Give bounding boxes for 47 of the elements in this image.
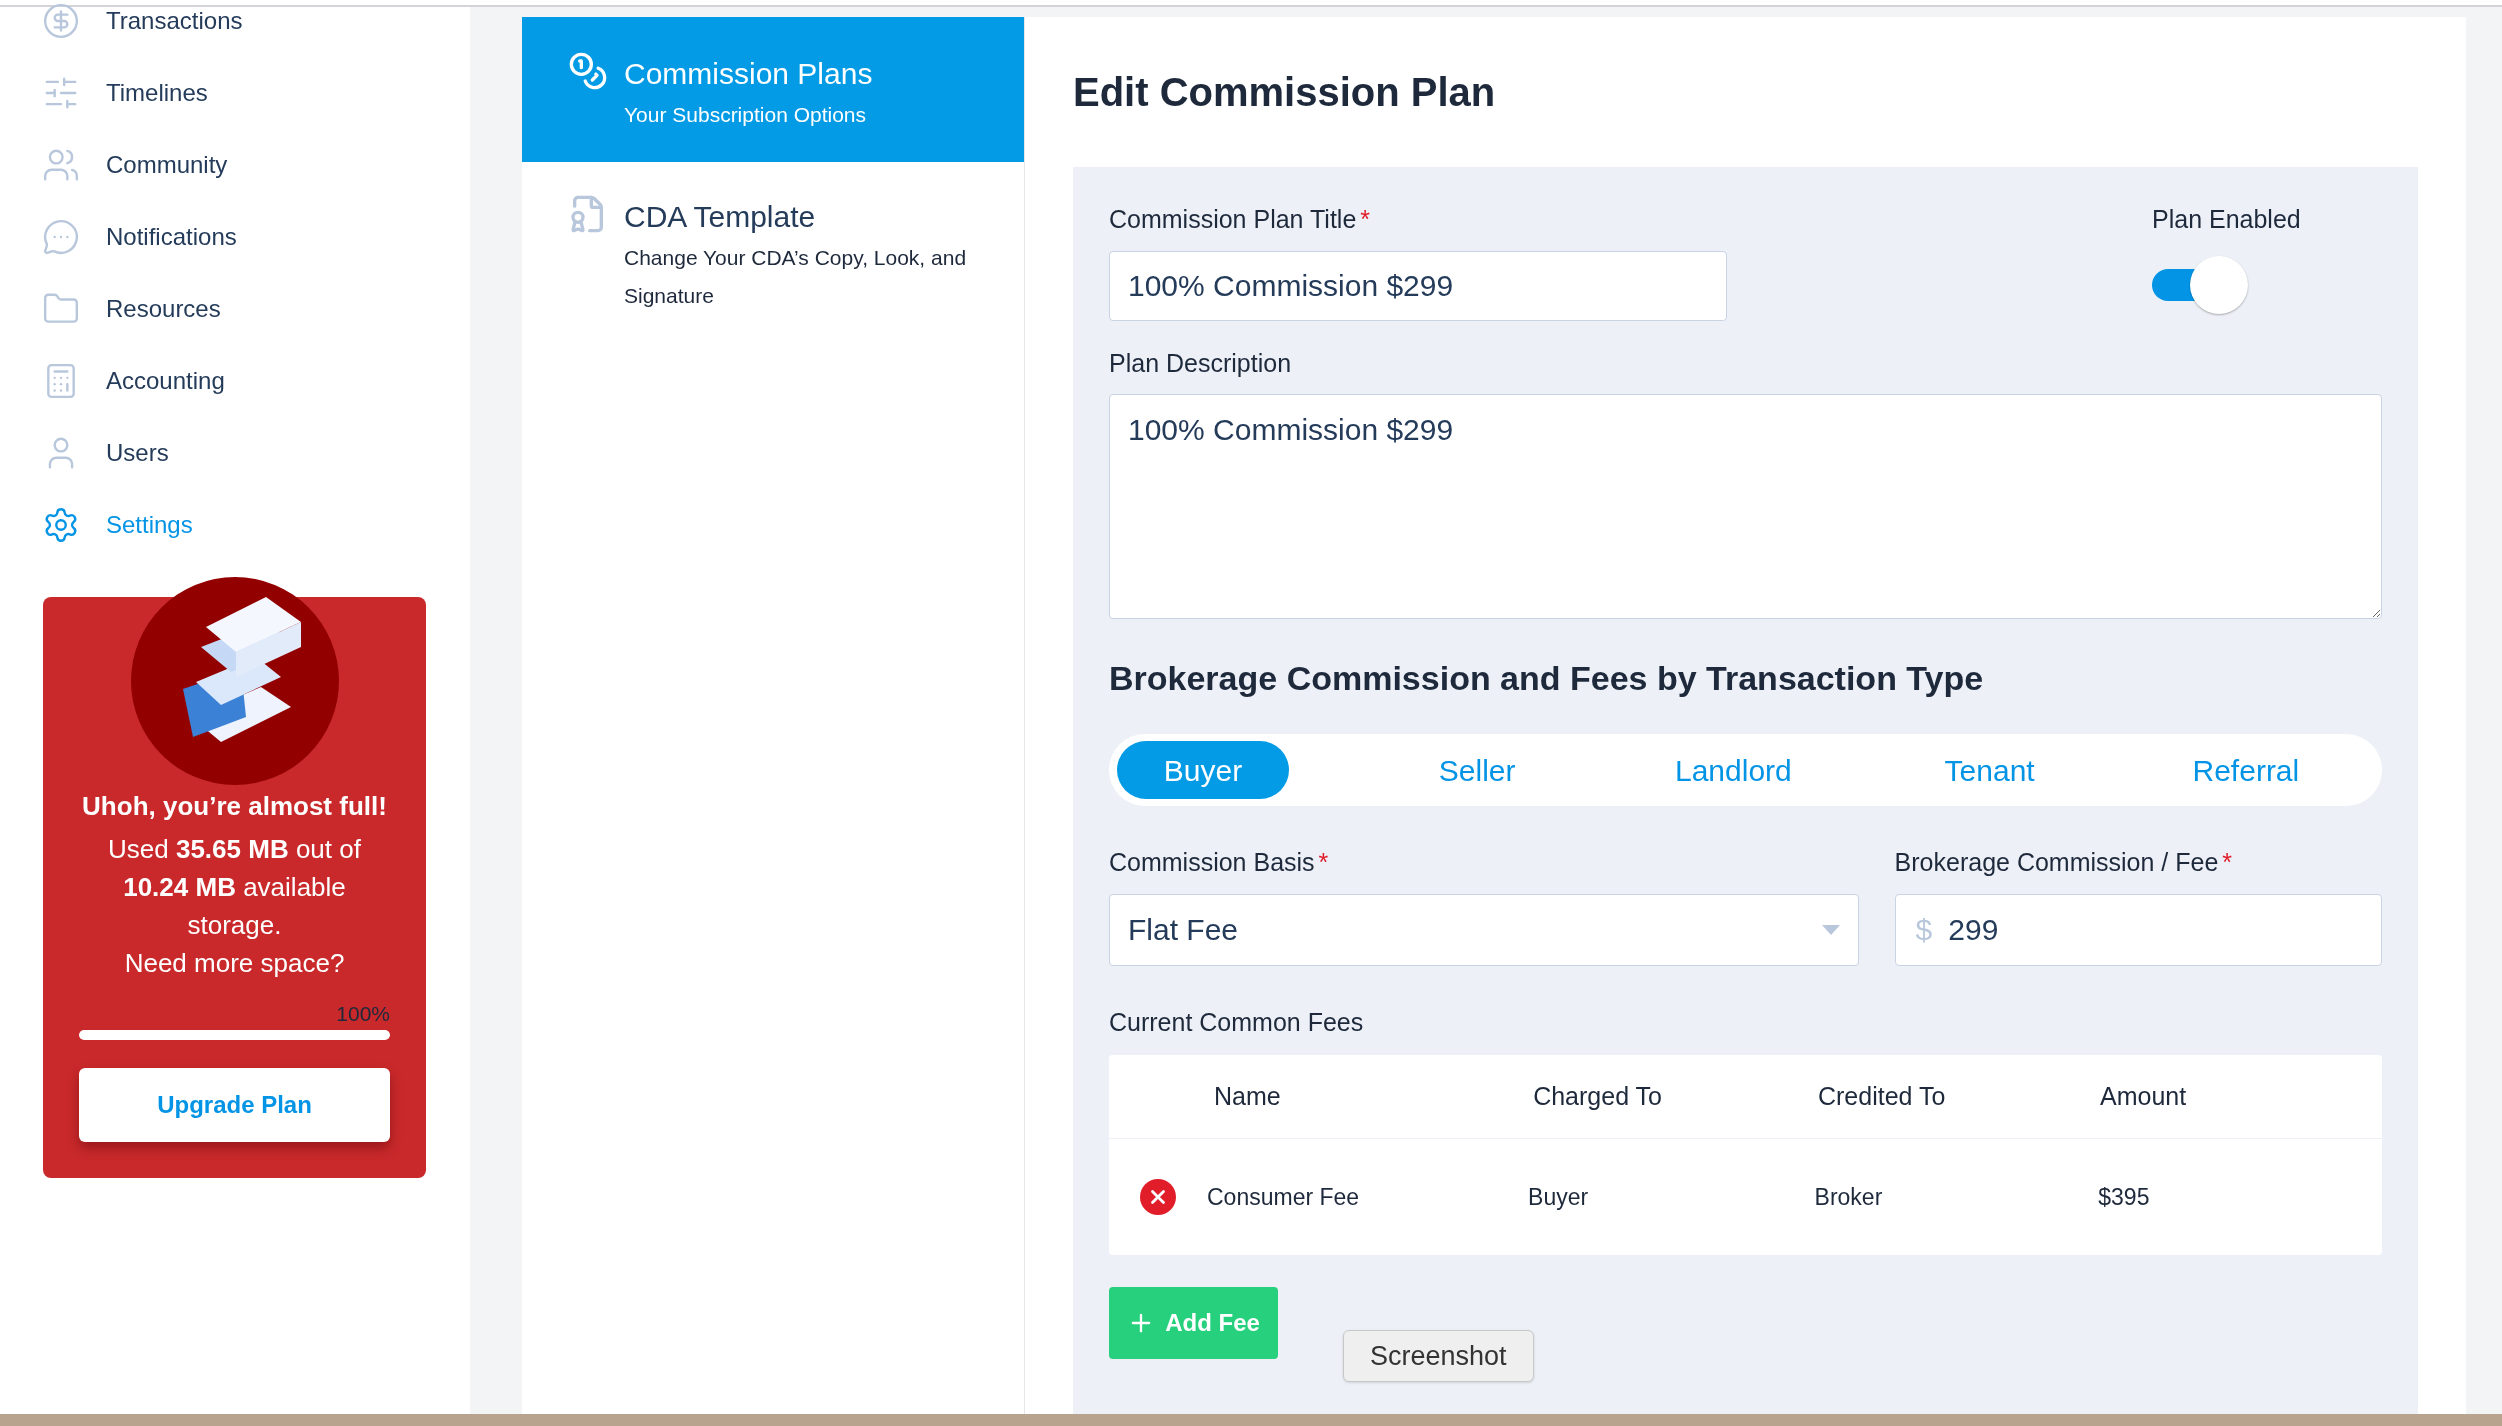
sidebar-item[interactable]: Notifications — [0, 201, 470, 273]
sidebar-item[interactable]: Timelines — [0, 57, 470, 129]
tooltip: Screenshot — [1343, 1330, 1534, 1382]
chat-bubble-icon — [42, 218, 80, 256]
table-cell-text: Broker — [1814, 1182, 1884, 1212]
required-asterisk: * — [1318, 847, 1329, 878]
menu-item-title: CDA Template — [624, 199, 817, 235]
storage-message: Used 35.65 MB out of 10.24 MB available storage. — [107, 833, 362, 942]
column-header: Credited To — [1817, 1080, 1947, 1112]
plan-title-input[interactable]: 100% Commission $299 — [1109, 250, 1727, 321]
table-cell-text: $395 — [2098, 1182, 2151, 1212]
table-cell-text: Consumer Fee — [1207, 1182, 1361, 1212]
plan-enabled-toggle[interactable] — [2152, 254, 2248, 315]
sidebar-item[interactable]: Resources — [0, 273, 470, 345]
field-label: Plan Description — [1109, 347, 1292, 379]
fees-label: Current Common Fees — [1109, 1006, 1365, 1038]
currency-prefix: $ — [1915, 912, 1933, 948]
sidebar-item[interactable]: Accounting — [0, 345, 470, 417]
required-asterisk: * — [2222, 847, 2233, 878]
plan-description-input[interactable]: 100% Commission $299 — [1109, 394, 2382, 619]
percent-label: 100% — [336, 1001, 390, 1027]
storage-question: Need more space? — [124, 947, 345, 980]
brokerage-fee-input[interactable]: $ 299 — [1894, 893, 2382, 966]
required-asterisk: * — [1360, 204, 1371, 235]
menu-item-title: Commission Plans — [624, 56, 873, 92]
field-label: Brokerage Commission / Fee — [1894, 847, 2219, 878]
dropdown-caret-icon — [1821, 924, 1840, 935]
column-header: Charged To — [1533, 1080, 1663, 1112]
dollar-circle-icon — [42, 2, 80, 40]
section-heading: Brokerage Commission and Fees by Transaction Type — [1109, 658, 1985, 699]
remove-fee-button[interactable] — [1140, 1179, 1176, 1215]
warning-title: Uhoh, you’re almost full! — [82, 790, 387, 823]
sidebar-item[interactable]: Users — [0, 417, 470, 489]
sidebar-item[interactable]: Transactions — [0, 0, 470, 57]
commission-basis-select[interactable]: Flat Fee — [1109, 893, 1859, 966]
page-title: Edit Commission Plan — [1073, 69, 1497, 116]
fee-value: 299 — [1948, 912, 1999, 948]
menu-item-subtitle: Your Subscription Options — [624, 102, 868, 128]
table-cell-text: Buyer — [1528, 1182, 1590, 1212]
field-label: Commission Basis — [1109, 847, 1315, 878]
coin-stack-icon — [568, 51, 608, 91]
field-label: Commission Plan Title — [1109, 204, 1357, 235]
column-header: Amount — [2100, 1080, 2188, 1112]
field-label: Plan Enabled — [2152, 204, 2302, 235]
sidebar-item[interactable]: Community — [0, 129, 470, 201]
menu-item-subtitle: Change Your CDA’s Copy, Look, and Signature — [624, 245, 968, 309]
column-header: Name — [1214, 1080, 1282, 1112]
